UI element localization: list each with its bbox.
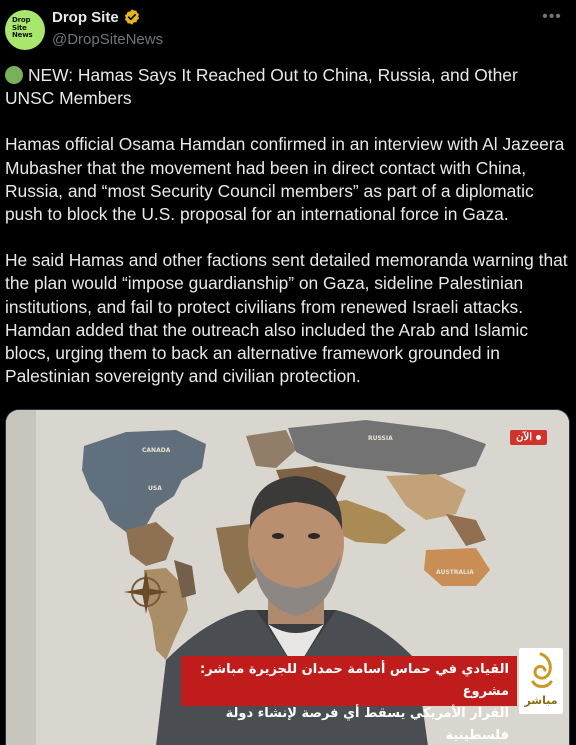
paragraph-2: He said Hamas and other factions sent de…	[5, 250, 568, 387]
news-caption: القيادي في حماس أسامة حمدان للجزيرة مباش…	[181, 656, 517, 743]
caption-line-1: القيادي في حماس أسامة حمدان للجزيرة مباش…	[200, 662, 509, 699]
handle[interactable]: @DropSiteNews	[52, 31, 163, 48]
green-circle-icon	[5, 66, 23, 84]
video-frame[interactable]: CANADA RUSSIA USA AUSTRALIA الآن القيادي…	[5, 409, 570, 745]
map-label-russia: RUSSIA	[368, 435, 393, 442]
map-label-usa: USA	[148, 485, 162, 492]
more-options-icon[interactable]: •••	[540, 9, 564, 28]
post-header: Drop Site News Drop Site @DropSiteNews •…	[0, 0, 576, 56]
channel-label: مباشر	[524, 694, 558, 707]
live-badge: الآن	[510, 430, 547, 445]
paragraph-1: Hamas official Osama Hamdan confirmed in…	[5, 134, 565, 225]
live-label: الآن	[516, 432, 532, 443]
caption-line-2: القرار الأمريكي يسقط أي فرصة لإنشاء دولة…	[225, 706, 509, 743]
avatar-text: Drop Site News	[12, 16, 33, 39]
verified-badge-icon	[124, 9, 139, 25]
map-label-australia: AUSTRALIA	[436, 569, 474, 576]
avatar[interactable]: Drop Site News	[5, 10, 45, 50]
post-text: NEW: Hamas Says It Reached Out to China,…	[5, 64, 571, 388]
al-jazeera-mark-icon	[531, 652, 553, 688]
headline-text: NEW: Hamas Says It Reached Out to China,…	[5, 65, 518, 109]
al-jazeera-logo: مباشر	[519, 648, 563, 714]
display-name[interactable]: Drop Site	[52, 9, 119, 26]
map-label-canada: CANADA	[142, 447, 171, 454]
name-row: Drop Site	[52, 8, 141, 26]
headline: NEW: Hamas Says It Reached Out to China,…	[5, 64, 571, 110]
live-dot-icon	[536, 435, 541, 440]
